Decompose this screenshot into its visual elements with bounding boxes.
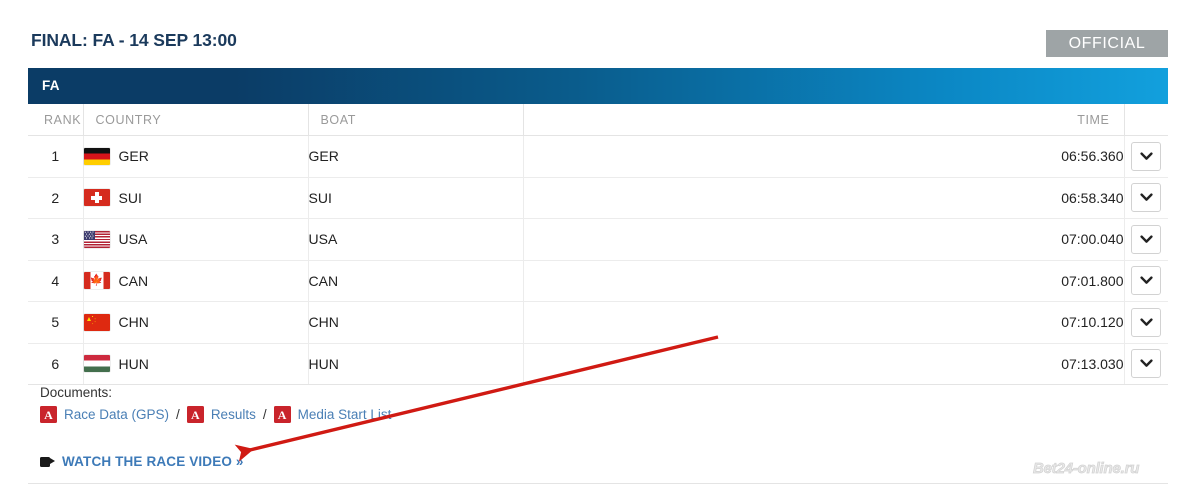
chevron-down-icon[interactable] [1131,349,1162,379]
flag-icon-ger [83,147,110,165]
country-code: SUI [118,189,142,206]
cell-rank: 6 [28,343,84,385]
cell-rank: 1 [28,135,84,178]
video-camera-icon [40,456,55,467]
cell-action [1123,135,1168,178]
table-body: 1 GER GER 06:56.360 2 SUI SUI 06:58.340 3 USA USA 0… [28,135,1168,385]
column-header-boat: BOAT [307,104,523,136]
table-row: 2 SUI SUI 06:58.340 [28,177,1168,219]
chevron-down-icon[interactable] [1131,307,1162,337]
documents-section: Documents: A Race Data (GPS) / A Results / A Me… [40,384,391,423]
table-row: 1 GER GER 06:56.360 [28,135,1168,178]
chevron-down-icon[interactable] [1131,183,1162,213]
cell-boat: SUI [307,177,523,219]
pdf-icon: A [40,406,57,423]
cell-time: 06:56.360 [1028,135,1124,178]
document-link-label[interactable]: Race Data (GPS) [64,407,169,422]
cell-time: 07:00.040 [1028,218,1124,261]
document-link-item[interactable]: A Results [186,406,256,423]
document-link-label[interactable]: Results [211,407,256,422]
table-row: 5 CHN CHN 07:10.120 [28,301,1168,344]
cell-time: 06:58.340 [1028,177,1124,219]
chevron-down-icon[interactable] [1131,141,1162,171]
status-badge: OFFICIAL [1046,30,1168,57]
column-header-rank: RANK [28,104,84,136]
country-code: CAN [118,272,149,289]
cell-boat: HUN [307,343,523,385]
pdf-icon: A [186,406,204,423]
bottom-divider [28,483,1168,484]
cell-rank: 3 [28,218,84,261]
flag-icon-chn [83,313,110,331]
cell-boat: GER [307,135,523,178]
cell-boat: USA [307,218,523,261]
header-row: FINAL: FA - 14 SEP 13:00 OFFICIAL [0,0,1177,68]
chevron-down-icon[interactable] [1131,224,1162,254]
cell-time: 07:01.800 [1028,260,1124,302]
cell-action [1123,260,1168,302]
cell-spacer [522,260,1028,302]
cell-country: CHN [83,301,308,344]
cell-spacer [522,177,1028,219]
cell-action [1123,218,1168,261]
cell-spacer [522,343,1028,385]
document-links: A Race Data (GPS) / A Results / A Media Start L… [40,406,391,423]
column-header-country: COUNTRY [83,104,308,136]
flag-icon-sui [83,189,110,207]
results-table: RANK COUNTRY BOAT TIME 1 GER GER 06:56.360 2… [28,104,1168,385]
column-header-spacer [522,104,1028,136]
table-row: 6 HUN HUN 07:13.030 [28,343,1168,385]
cell-country: HUN [83,343,308,385]
country-code: CHN [118,314,149,331]
document-link-item[interactable]: A Media Start List [273,406,392,423]
race-results-page: FINAL: FA - 14 SEP 13:00 OFFICIAL FA RAN… [0,0,1177,503]
document-link-item[interactable]: A Race Data (GPS) [40,406,169,423]
country-code: GER [118,148,149,165]
document-link-label[interactable]: Media Start List [298,407,392,422]
country-code: HUN [118,355,149,372]
watermark: Bet24-online.ru [1033,460,1140,478]
cell-country: GER [83,135,308,178]
cell-action [1123,177,1168,219]
cell-spacer [522,218,1028,261]
race-label: FA [42,78,60,93]
country-code: USA [118,231,148,248]
flag-icon-can [83,272,110,290]
cell-time: 07:10.120 [1028,301,1124,344]
cell-action [1123,343,1168,385]
chevron-down-icon[interactable] [1131,266,1162,296]
cell-country: USA [83,218,308,261]
document-separator: / [176,407,180,422]
table-row: 3 USA USA 07:00.040 [28,218,1168,261]
cell-country: CAN [83,260,308,302]
document-separator: / [262,407,267,422]
table-row: 4 CAN CAN 07:01.800 [28,260,1168,302]
cell-action [1123,301,1168,344]
cell-boat: CHN [307,301,523,344]
cell-rank: 2 [28,177,84,219]
watch-race-video-label: WATCH THE RACE VIDEO » [62,454,244,469]
documents-label: Documents: [40,385,113,400]
race-header-bar: FA [28,68,1168,104]
flag-icon-usa [83,230,110,248]
column-header-action [1123,104,1168,136]
flag-icon-hun [83,355,110,373]
cell-spacer [522,301,1028,344]
cell-country: SUI [83,177,308,219]
watch-race-video-link[interactable]: WATCH THE RACE VIDEO » [40,454,244,469]
page-title: FINAL: FA - 14 SEP 13:00 [31,30,237,50]
cell-time: 07:13.030 [1028,343,1124,385]
cell-spacer [522,135,1028,178]
pdf-icon: A [273,406,291,423]
cell-rank: 5 [28,301,84,344]
table-header-row: RANK COUNTRY BOAT TIME [28,104,1168,136]
cell-boat: CAN [307,260,523,302]
column-header-time: TIME [1028,104,1124,136]
cell-rank: 4 [28,260,84,302]
